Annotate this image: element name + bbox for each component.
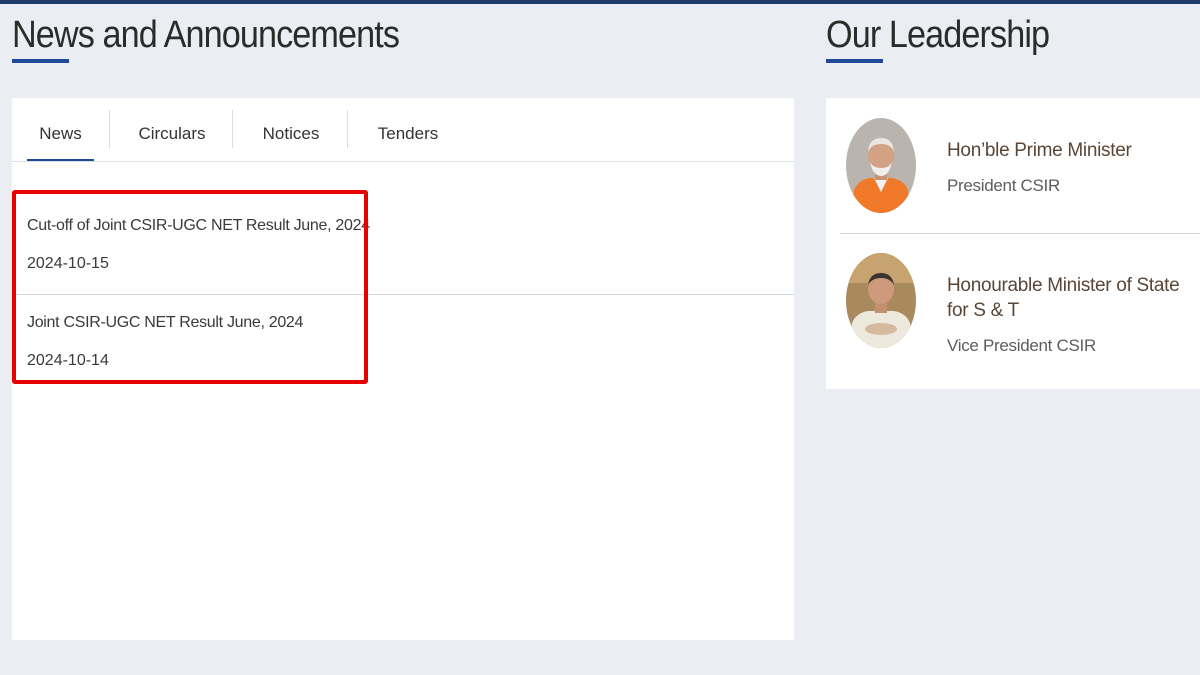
leader-name: Honourable Minister of State for S & T <box>947 275 1180 321</box>
tab-tenders[interactable]: Tenders <box>348 108 468 160</box>
tab-news[interactable]: News <box>27 108 94 161</box>
tab-circulars[interactable]: Circulars <box>110 108 234 160</box>
news-item-title[interactable]: Joint CSIR-UGC NET Result June, 2024 <box>27 314 303 332</box>
leader-role: Vice President CSIR <box>947 336 1096 355</box>
leadership-section-title: Our Leadership <box>826 14 1050 56</box>
tab-notices[interactable]: Notices <box>233 108 349 160</box>
leader-divider <box>840 233 1200 234</box>
leader-name: Hon’ble Prime Minister <box>947 140 1132 161</box>
leader-avatar <box>846 253 916 348</box>
leader-role: President CSIR <box>947 176 1060 195</box>
news-title-underline <box>12 59 69 63</box>
leadership-panel: Hon’ble Prime Minister President CSIR Ho… <box>826 98 1200 389</box>
leadership-title-underline <box>826 59 883 63</box>
news-panel: News Circulars Notices Tenders Cut-off o… <box>12 98 794 640</box>
news-item-date: 2024-10-15 <box>27 255 109 272</box>
top-border-strip <box>0 0 1200 4</box>
news-section-title: News and Announcements <box>12 14 400 56</box>
news-item[interactable]: Cut-off of Joint CSIR-UGC NET Result Jun… <box>12 198 794 294</box>
news-tabs: News Circulars Notices Tenders <box>12 98 794 162</box>
person-portrait-icon <box>846 253 916 348</box>
person-portrait-icon <box>846 118 916 213</box>
news-item[interactable]: Joint CSIR-UGC NET Result June, 2024 202… <box>12 295 794 385</box>
news-item-title[interactable]: Cut-off of Joint CSIR-UGC NET Result Jun… <box>27 217 370 235</box>
leader-avatar <box>846 118 916 213</box>
news-item-date: 2024-10-14 <box>27 352 109 369</box>
